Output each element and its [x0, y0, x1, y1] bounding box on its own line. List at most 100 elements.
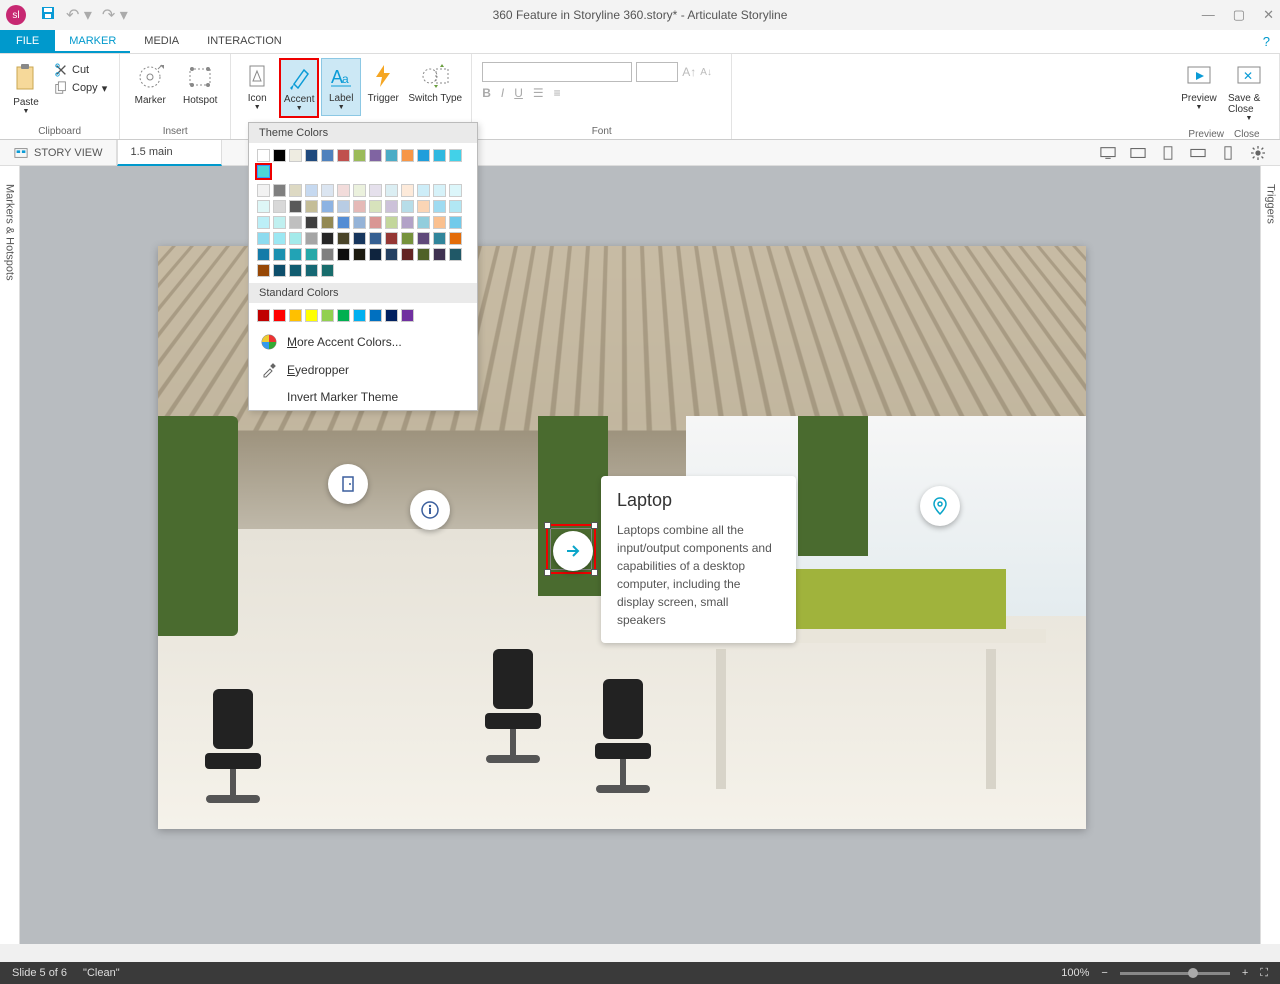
- story-view-button[interactable]: STORY VIEW: [0, 140, 117, 165]
- color-swatch[interactable]: [433, 232, 446, 245]
- color-swatch[interactable]: [257, 184, 270, 197]
- color-swatch[interactable]: [369, 149, 382, 162]
- cut-button[interactable]: Cut: [52, 62, 109, 78]
- left-panel-collapsed[interactable]: Markers & Hotspots: [0, 166, 20, 944]
- color-swatch[interactable]: [369, 248, 382, 261]
- color-swatch[interactable]: [385, 232, 398, 245]
- color-swatch[interactable]: [337, 184, 350, 197]
- color-swatch[interactable]: [305, 184, 318, 197]
- color-swatch[interactable]: [321, 200, 334, 213]
- paste-button[interactable]: Paste▼: [6, 58, 46, 120]
- color-swatch[interactable]: [353, 184, 366, 197]
- color-swatch[interactable]: [385, 149, 398, 162]
- color-swatch[interactable]: [257, 165, 270, 178]
- color-swatch[interactable]: [305, 232, 318, 245]
- color-swatch[interactable]: [401, 309, 414, 322]
- color-swatch[interactable]: [353, 232, 366, 245]
- color-swatch[interactable]: [401, 232, 414, 245]
- phone-landscape-icon[interactable]: [1190, 146, 1206, 160]
- color-swatch[interactable]: [401, 149, 414, 162]
- color-swatch[interactable]: [257, 248, 270, 261]
- marker-arrow[interactable]: [553, 531, 593, 571]
- color-swatch[interactable]: [337, 232, 350, 245]
- color-swatch[interactable]: [417, 184, 430, 197]
- color-swatch[interactable]: [449, 248, 462, 261]
- bullets-icon[interactable]: ☰: [533, 86, 544, 100]
- invert-marker-theme[interactable]: Invert Marker Theme: [249, 384, 477, 410]
- color-swatch[interactable]: [289, 184, 302, 197]
- color-swatch[interactable]: [433, 184, 446, 197]
- color-swatch[interactable]: [369, 184, 382, 197]
- color-swatch[interactable]: [273, 216, 286, 229]
- color-swatch[interactable]: [289, 200, 302, 213]
- color-swatch[interactable]: [353, 200, 366, 213]
- hotspot-button[interactable]: Hotspot: [176, 58, 224, 111]
- color-swatch[interactable]: [305, 309, 318, 322]
- marker-button[interactable]: Marker: [126, 58, 174, 111]
- color-swatch[interactable]: [401, 216, 414, 229]
- tab-interaction[interactable]: INTERACTION: [193, 30, 296, 53]
- more-accent-colors[interactable]: MMore Accent Colors...ore Accent Colors.…: [249, 328, 477, 356]
- minimize-icon[interactable]: —: [1202, 7, 1215, 23]
- color-swatch[interactable]: [417, 248, 430, 261]
- color-swatch[interactable]: [257, 216, 270, 229]
- color-swatch[interactable]: [289, 264, 302, 277]
- color-swatch[interactable]: [449, 200, 462, 213]
- color-swatch[interactable]: [273, 200, 286, 213]
- color-swatch[interactable]: [321, 232, 334, 245]
- color-swatch[interactable]: [273, 149, 286, 162]
- color-swatch[interactable]: [417, 232, 430, 245]
- switch-type-button[interactable]: Switch Type: [405, 58, 465, 109]
- color-swatch[interactable]: [417, 149, 430, 162]
- color-swatch[interactable]: [449, 149, 462, 162]
- tab-media[interactable]: MEDIA: [130, 30, 193, 53]
- underline-icon[interactable]: U: [514, 86, 523, 100]
- color-swatch[interactable]: [289, 309, 302, 322]
- color-swatch[interactable]: [289, 232, 302, 245]
- undo-icon[interactable]: ↶ ▾: [66, 5, 92, 25]
- label-button[interactable]: Aa Label▼: [321, 58, 361, 116]
- redo-icon[interactable]: ↷ ▾: [102, 5, 128, 25]
- accent-button[interactable]: Accent▼: [279, 58, 319, 118]
- color-swatch[interactable]: [321, 248, 334, 261]
- zoom-slider[interactable]: [1120, 972, 1230, 975]
- color-swatch[interactable]: [305, 264, 318, 277]
- marker-pin[interactable]: [920, 486, 960, 526]
- font-family-combo[interactable]: [482, 62, 632, 82]
- desktop-icon[interactable]: [1100, 146, 1116, 160]
- color-swatch[interactable]: [401, 184, 414, 197]
- help-icon[interactable]: ?: [1253, 30, 1280, 53]
- color-swatch[interactable]: [273, 264, 286, 277]
- grow-font-icon[interactable]: A↑: [682, 65, 696, 79]
- color-swatch[interactable]: [305, 200, 318, 213]
- zoom-out-icon[interactable]: −: [1101, 967, 1107, 979]
- color-swatch[interactable]: [433, 149, 446, 162]
- color-swatch[interactable]: [449, 232, 462, 245]
- color-swatch[interactable]: [257, 200, 270, 213]
- tablet-landscape-icon[interactable]: [1130, 146, 1146, 160]
- save-icon[interactable]: [40, 5, 56, 26]
- color-swatch[interactable]: [449, 216, 462, 229]
- color-swatch[interactable]: [385, 216, 398, 229]
- shrink-font-icon[interactable]: A↓: [700, 67, 712, 78]
- color-swatch[interactable]: [353, 248, 366, 261]
- color-swatch[interactable]: [273, 184, 286, 197]
- color-swatch[interactable]: [273, 248, 286, 261]
- color-swatch[interactable]: [401, 200, 414, 213]
- zoom-in-icon[interactable]: +: [1242, 967, 1248, 979]
- gear-icon[interactable]: [1250, 146, 1266, 160]
- color-swatch[interactable]: [321, 309, 334, 322]
- color-swatch[interactable]: [385, 184, 398, 197]
- maximize-icon[interactable]: ▢: [1233, 7, 1245, 23]
- tab-marker[interactable]: MARKER: [55, 30, 130, 53]
- color-swatch[interactable]: [385, 200, 398, 213]
- save-close-button[interactable]: ✕ Save & Close▼: [1225, 58, 1273, 127]
- color-swatch[interactable]: [337, 248, 350, 261]
- color-swatch[interactable]: [433, 200, 446, 213]
- marker-callout[interactable]: Laptop Laptops combine all the input/out…: [601, 476, 796, 643]
- color-swatch[interactable]: [273, 232, 286, 245]
- marker-door[interactable]: [328, 464, 368, 504]
- color-swatch[interactable]: [449, 184, 462, 197]
- italic-icon[interactable]: I: [501, 86, 504, 100]
- color-swatch[interactable]: [305, 248, 318, 261]
